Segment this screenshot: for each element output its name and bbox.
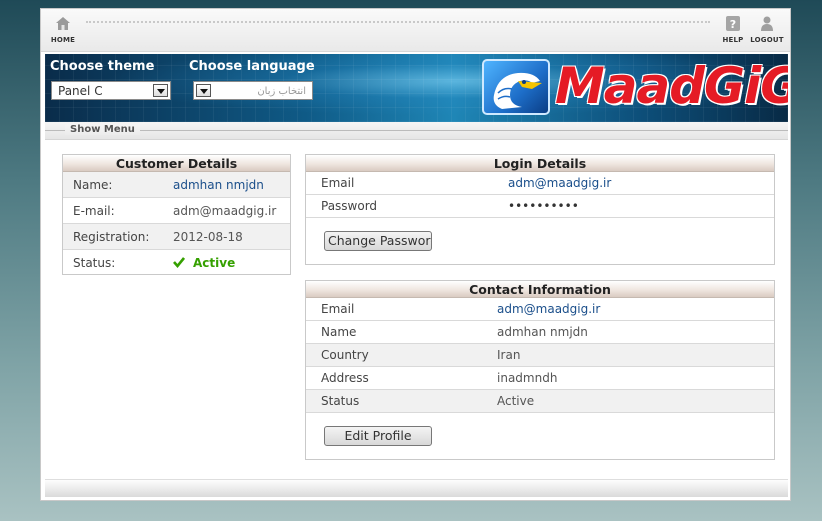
checkmark-icon (173, 257, 185, 268)
status-badge: Active (173, 250, 235, 276)
user-icon (761, 16, 773, 31)
home-label: HOME (50, 36, 76, 44)
menu-bar: Show Menu (45, 122, 788, 140)
contact-row-email: Email adm@maadgig.ir (306, 298, 774, 321)
edit-profile-button[interactable]: Edit Profile (324, 426, 432, 446)
help-icon: ? (726, 16, 740, 31)
theme-select[interactable]: Panel C (51, 81, 171, 100)
contact-name-value: admhan nmjdn (497, 325, 588, 339)
login-password-label: Password (321, 199, 378, 213)
logout-button[interactable]: LOGOUT (747, 15, 787, 44)
page-container: HOME ? HELP LOGOUT Choose theme Panel C … (40, 8, 791, 501)
home-button[interactable]: HOME (43, 15, 83, 44)
customer-row-registration: Registration: 2012-08-18 (63, 224, 290, 250)
customer-details-panel: Customer Details Name: admhan nmjdn E-ma… (62, 154, 291, 275)
contact-address-value: inadmndh (497, 371, 558, 385)
contact-row-status: Status Active (306, 390, 774, 413)
header-banner: Choose theme Panel C Choose language انت… (45, 54, 788, 122)
contact-email-label: Email (321, 302, 355, 316)
customer-details-title: Customer Details (63, 155, 290, 172)
login-password-value: •••••••••• (508, 199, 579, 213)
customer-row-email: E-mail: adm@maadgig.ir (63, 198, 290, 224)
theme-label: Choose theme (50, 59, 155, 74)
language-select[interactable]: انتخاب زبان (193, 81, 313, 100)
login-row-email: Email adm@maadgig.ir (306, 172, 774, 195)
contact-information-title: Contact Information (306, 281, 774, 298)
customer-registration-value: 2012-08-18 (173, 230, 243, 244)
login-email-value: adm@maadgig.ir (508, 176, 612, 190)
eagle-logo-icon (482, 59, 550, 115)
contact-status-label: Status (321, 394, 360, 408)
login-details-title: Login Details (306, 155, 774, 172)
show-menu-toggle[interactable]: Show Menu (65, 124, 140, 135)
customer-email-label: E-mail: (73, 204, 115, 218)
contact-country-label: Country (321, 348, 369, 362)
contact-status-value: Active (497, 394, 535, 408)
customer-status-label: Status: (73, 256, 116, 270)
customer-name-label: Name: (73, 178, 113, 192)
customer-status-value: Active (193, 256, 236, 270)
customer-row-status: Status: Active (63, 250, 290, 276)
customer-email-value: adm@maadgig.ir (173, 204, 277, 218)
contact-information-panel: Contact Information Email adm@maadgig.ir… (305, 280, 775, 460)
top-nav-bar: HOME ? HELP LOGOUT (41, 9, 790, 52)
login-row-password: Password •••••••••• (306, 195, 774, 218)
contact-row-address: Address inadmndh (306, 367, 774, 390)
contact-row-name: Name admhan nmjdn (306, 321, 774, 344)
language-select-value: انتخاب زبان (257, 86, 306, 97)
logout-label: LOGOUT (750, 36, 784, 44)
theme-select-value: Panel C (58, 84, 103, 98)
contact-country-value: Iran (497, 348, 521, 362)
footer-bar (45, 479, 788, 497)
login-details-panel: Login Details Email adm@maadgig.ir Passw… (305, 154, 775, 265)
language-label: Choose language (189, 59, 315, 74)
contact-name-label: Name (321, 325, 357, 339)
login-email-label: Email (321, 176, 355, 190)
customer-registration-label: Registration: (73, 230, 150, 244)
dotted-divider (86, 21, 710, 23)
customer-name-value: admhan nmjdn (173, 178, 264, 192)
change-password-button[interactable]: Change Password (324, 231, 432, 251)
chevron-down-icon[interactable] (196, 84, 211, 97)
contact-email-value: adm@maadgig.ir (497, 302, 601, 316)
brand-logo-text: MaadGiG (555, 57, 788, 115)
home-icon (56, 17, 70, 30)
contact-row-country: Country Iran (306, 344, 774, 367)
menu-divider (45, 130, 788, 131)
customer-row-name: Name: admhan nmjdn (63, 172, 290, 198)
chevron-down-icon[interactable] (153, 84, 168, 97)
svg-text:?: ? (730, 18, 736, 31)
contact-address-label: Address (321, 371, 369, 385)
